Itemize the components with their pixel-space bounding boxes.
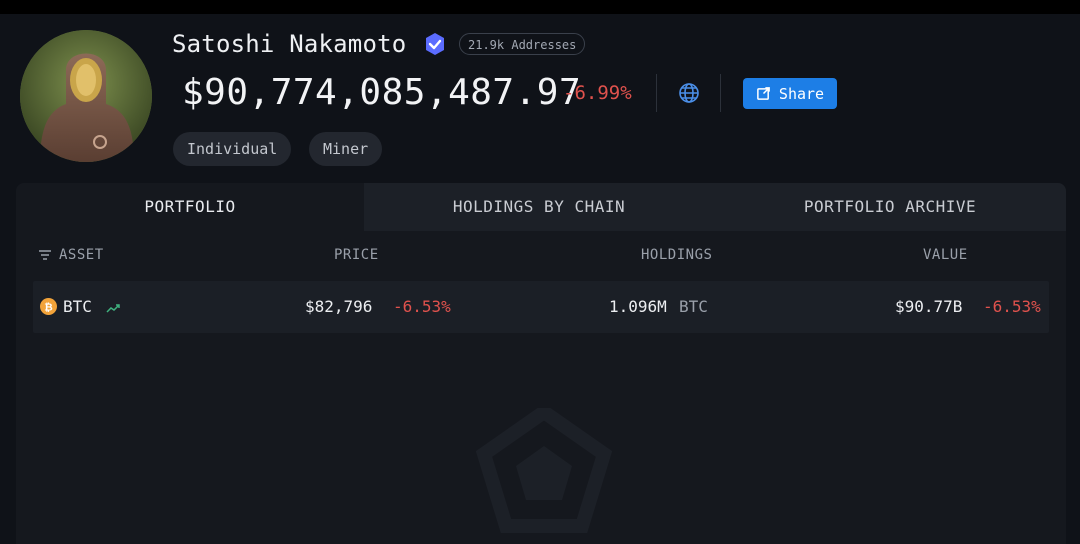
addresses-badge[interactable]: 21.9k Addresses <box>459 33 586 55</box>
column-header-value[interactable]: VALUE <box>923 247 968 263</box>
verified-badge-icon <box>423 32 447 56</box>
share-label: Share <box>778 84 825 103</box>
globe-icon[interactable] <box>677 81 701 105</box>
top-bar <box>0 0 1080 14</box>
divider <box>656 74 657 112</box>
divider <box>720 74 721 112</box>
portfolio-panel: PORTFOLIO HOLDINGS BY CHAIN PORTFOLIO AR… <box>16 183 1066 544</box>
holdings-amount: 1.096M <box>609 297 667 316</box>
tag-miner[interactable]: Miner <box>309 132 383 166</box>
total-change-percent: -6.99% <box>563 82 632 104</box>
value-change: -6.53% <box>983 297 1041 316</box>
column-header-holdings[interactable]: HOLDINGS <box>641 247 712 263</box>
tab-portfolio-archive[interactable]: PORTFOLIO ARCHIVE <box>714 183 1066 231</box>
avatar <box>20 30 152 162</box>
tab-bar: PORTFOLIO HOLDINGS BY CHAIN PORTFOLIO AR… <box>16 183 1066 231</box>
value-amount: $90.77B <box>895 297 963 316</box>
tag-individual[interactable]: Individual <box>173 132 292 166</box>
price-change: -6.53% <box>393 297 451 316</box>
btc-icon: ₿ <box>40 298 57 319</box>
price-value: $82,796 <box>305 297 373 316</box>
asset-symbol[interactable]: BTC <box>63 297 92 316</box>
column-header-asset[interactable]: ASSET <box>38 247 104 263</box>
total-portfolio-value: $90,774,085,487.97 <box>182 72 582 113</box>
filter-icon <box>39 250 51 260</box>
share-button[interactable]: Share <box>743 78 837 109</box>
asset-header-label: ASSET <box>59 247 104 263</box>
external-link-icon <box>757 87 770 100</box>
entity-name: Satoshi Nakamoto <box>172 30 407 58</box>
tab-portfolio[interactable]: PORTFOLIO <box>16 183 364 231</box>
tab-holdings-by-chain[interactable]: HOLDINGS BY CHAIN <box>364 183 714 231</box>
arkham-logo-watermark <box>474 403 614 538</box>
table-row[interactable]: ₿ BTC $82,796 -6.53% 1.096M BTC $90.77B … <box>33 281 1049 333</box>
svg-text:₿: ₿ <box>44 301 52 313</box>
column-header-price[interactable]: PRICE <box>334 247 379 263</box>
trend-up-icon <box>106 299 120 318</box>
holdings-unit: BTC <box>679 297 708 316</box>
